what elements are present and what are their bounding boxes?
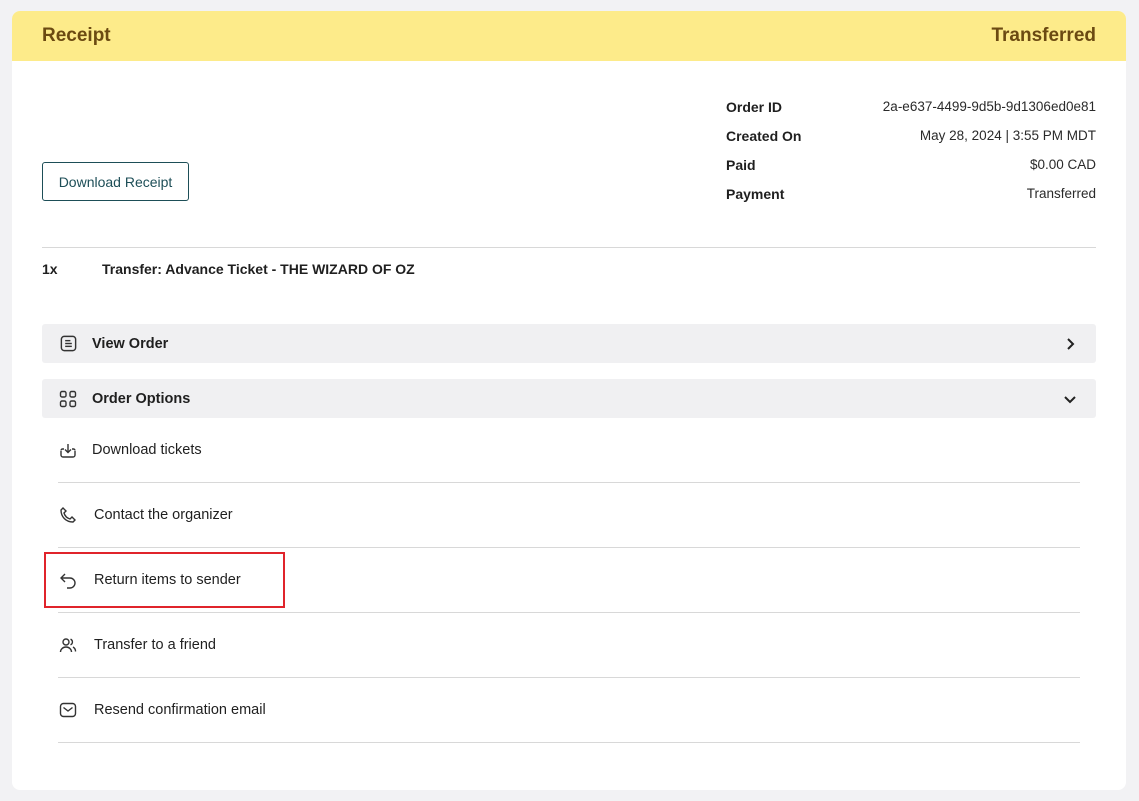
chevron-right-icon: [1060, 334, 1080, 354]
users-icon: [58, 635, 78, 655]
option-label: Download tickets: [92, 442, 202, 458]
meta-value: May 28, 2024 | 3:55 PM MDT: [919, 128, 1096, 143]
status-label: Transferred: [991, 25, 1096, 46]
meta-value: Transferred: [1026, 186, 1096, 201]
mail-icon: [58, 700, 78, 720]
phone-icon: [58, 505, 78, 525]
order-options-toggle[interactable]: Order Options: [42, 379, 1096, 418]
return-arrow-icon: [58, 570, 78, 590]
meta-row-created-on: Created On May 28, 2024 | 3:55 PM MDT: [726, 121, 1096, 150]
meta-key: Paid: [726, 156, 756, 173]
resend-email-option[interactable]: Resend confirmation email: [58, 678, 1080, 743]
meta-row-order-id: Order ID 2a-e637-4499-9d5b-9d1306ed0e81: [726, 92, 1096, 121]
meta-value: 2a-e637-4499-9d5b-9d1306ed0e81: [882, 99, 1096, 114]
meta-key: Payment: [726, 185, 785, 202]
grid-icon: [58, 389, 78, 409]
chevron-down-icon: [1060, 389, 1080, 409]
line-item-qty: 1x: [42, 261, 58, 277]
order-meta: Order ID 2a-e637-4499-9d5b-9d1306ed0e81 …: [726, 92, 1096, 208]
option-label: Return items to sender: [94, 572, 241, 588]
divider: [42, 247, 1096, 248]
download-tickets-option[interactable]: Download tickets: [58, 418, 1080, 483]
meta-row-payment: Payment Transferred: [726, 179, 1096, 208]
meta-row-paid: Paid $0.00 CAD: [726, 150, 1096, 179]
line-item: 1x Transfer: Advance Ticket - THE WIZARD…: [42, 261, 415, 277]
document-list-icon: [58, 334, 78, 354]
transfer-friend-option[interactable]: Transfer to a friend: [58, 613, 1080, 678]
return-items-option[interactable]: Return items to sender: [58, 548, 1080, 613]
meta-value: $0.00 CAD: [1029, 157, 1096, 172]
line-item-name: Transfer: Advance Ticket - THE WIZARD OF…: [102, 261, 415, 277]
order-options-label: Order Options: [92, 390, 191, 407]
view-order-button[interactable]: View Order: [42, 324, 1096, 363]
contact-organizer-option[interactable]: Contact the organizer: [58, 483, 1080, 548]
receipt-header: Receipt Transferred: [12, 11, 1126, 61]
download-receipt-button[interactable]: Download Receipt: [42, 162, 189, 201]
option-label: Contact the organizer: [94, 507, 233, 523]
receipt-title: Receipt: [42, 25, 111, 46]
meta-key: Created On: [726, 127, 802, 144]
view-order-label: View Order: [92, 335, 169, 352]
meta-key: Order ID: [726, 98, 783, 115]
receipt-card: Receipt Transferred Download Receipt Ord…: [12, 11, 1126, 790]
download-icon: [58, 440, 78, 460]
receipt-summary: Download Receipt Order ID 2a-e637-4499-9…: [12, 61, 1126, 248]
option-label: Transfer to a friend: [94, 637, 216, 653]
order-options-list: Download tickets Contact the organizer R…: [58, 418, 1080, 743]
option-label: Resend confirmation email: [94, 702, 266, 718]
